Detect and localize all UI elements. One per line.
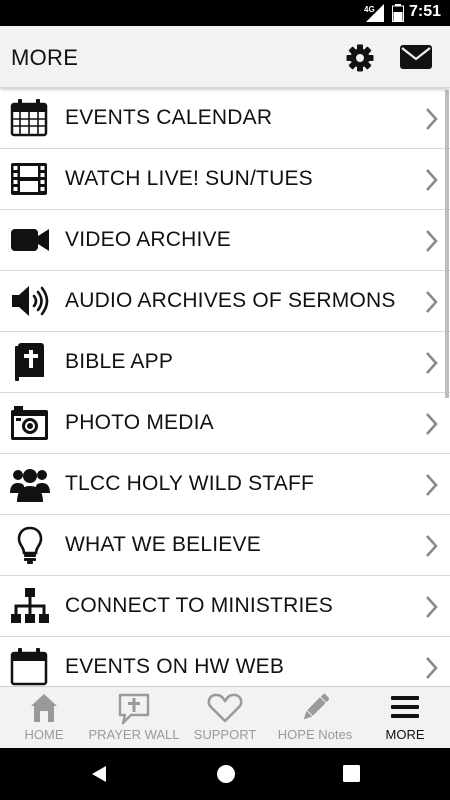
menu-list: EVENTS CALENDAR WATCH LIVE! SUN/TUES VID… [0,88,450,686]
film-icon [11,163,47,195]
chevron-right-icon [426,230,438,252]
clock: 7:51 [409,3,442,20]
app-bar: MORE [0,26,450,88]
menu-item-events-calendar[interactable]: EVENTS CALENDAR [0,88,450,149]
nav-home[interactable]: HOME [0,687,88,749]
nav-prayer-wall[interactable]: PRAYER WALL [88,687,180,749]
calendar-blank-icon [10,648,48,686]
lightbulb-icon [17,526,43,564]
menu-item-photo-media[interactable]: PHOTO MEDIA [0,393,450,454]
nav-label: HOPE Notes [277,727,353,742]
chevron-right-icon [426,291,438,313]
heart-icon [207,693,243,723]
menu-item-bible-app[interactable]: BIBLE APP [0,332,450,393]
nav-label: MORE [385,727,425,742]
menu-item-label: EVENTS ON HW WEB [65,655,285,678]
bible-icon [15,343,44,381]
chevron-right-icon [426,169,438,191]
video-camera-icon [11,229,49,251]
chevron-right-icon [426,474,438,496]
menu-item-video-archive[interactable]: VIDEO ARCHIVE [0,210,450,271]
nav-support[interactable]: SUPPORT [180,687,270,749]
nav-more[interactable]: MORE [360,687,450,749]
nav-label: HOME [24,727,64,742]
menu-item-label: EVENTS CALENDAR [65,106,273,129]
scrollbar[interactable] [445,90,449,398]
chevron-right-icon [426,413,438,435]
hamburger-icon [391,696,419,718]
menu-item-label: TLCC HOLY WILD STAFF [65,472,315,495]
menu-item-label: WATCH LIVE! SUN/TUES [65,167,313,190]
nav-hope-notes[interactable]: HOPE Notes [270,687,360,749]
menu-item-watch-live[interactable]: WATCH LIVE! SUN/TUES [0,149,450,210]
nav-label: SUPPORT [193,727,257,742]
cell-signal-icon: 4G [364,4,384,22]
gear-icon[interactable] [346,44,374,72]
chevron-right-icon [426,596,438,618]
chevron-right-icon [426,657,438,679]
back-icon[interactable] [90,765,108,783]
chevron-right-icon [426,535,438,557]
menu-item-label: CONNECT TO MINISTRIES [65,594,333,617]
svg-text:4G: 4G [364,5,375,14]
nav-label: PRAYER WALL [88,727,180,742]
status-bar: 4G 7:51 [0,0,450,26]
calendar-icon [10,99,48,137]
menu-item-label: BIBLE APP [65,350,174,373]
recents-icon[interactable] [343,765,360,782]
chevron-right-icon [426,352,438,374]
system-nav-bar [0,748,450,800]
menu-item-connect-ministries[interactable]: CONNECT TO MINISTRIES [0,576,450,637]
home-icon [31,694,57,722]
camera-icon [11,406,48,440]
bottom-nav: HOME PRAYER WALL SUPPORT HOPE Notes MORE [0,686,450,748]
sitemap-icon [11,588,49,623]
menu-item-staff[interactable]: TLCC HOLY WILD STAFF [0,454,450,515]
home-circle-icon[interactable] [216,764,236,784]
menu-item-audio-archives[interactable]: AUDIO ARCHIVES OF SERMONS [0,271,450,332]
pencil-icon [303,693,329,720]
menu-item-label: AUDIO ARCHIVES OF SERMONS [65,289,396,312]
menu-item-events-hw-web[interactable]: EVENTS ON HW WEB [0,637,450,686]
menu-item-label: VIDEO ARCHIVE [65,228,231,251]
users-icon [10,469,50,502]
page-title: MORE [11,45,79,70]
menu-item-label: WHAT WE BELIEVE [65,533,261,556]
speaker-icon [12,286,49,316]
menu-item-label: PHOTO MEDIA [65,411,214,434]
menu-item-what-we-believe[interactable]: WHAT WE BELIEVE [0,515,450,576]
envelope-icon[interactable] [400,45,432,69]
prayer-bubble-icon [118,693,150,725]
battery-icon [392,4,404,22]
chevron-right-icon [426,108,438,130]
